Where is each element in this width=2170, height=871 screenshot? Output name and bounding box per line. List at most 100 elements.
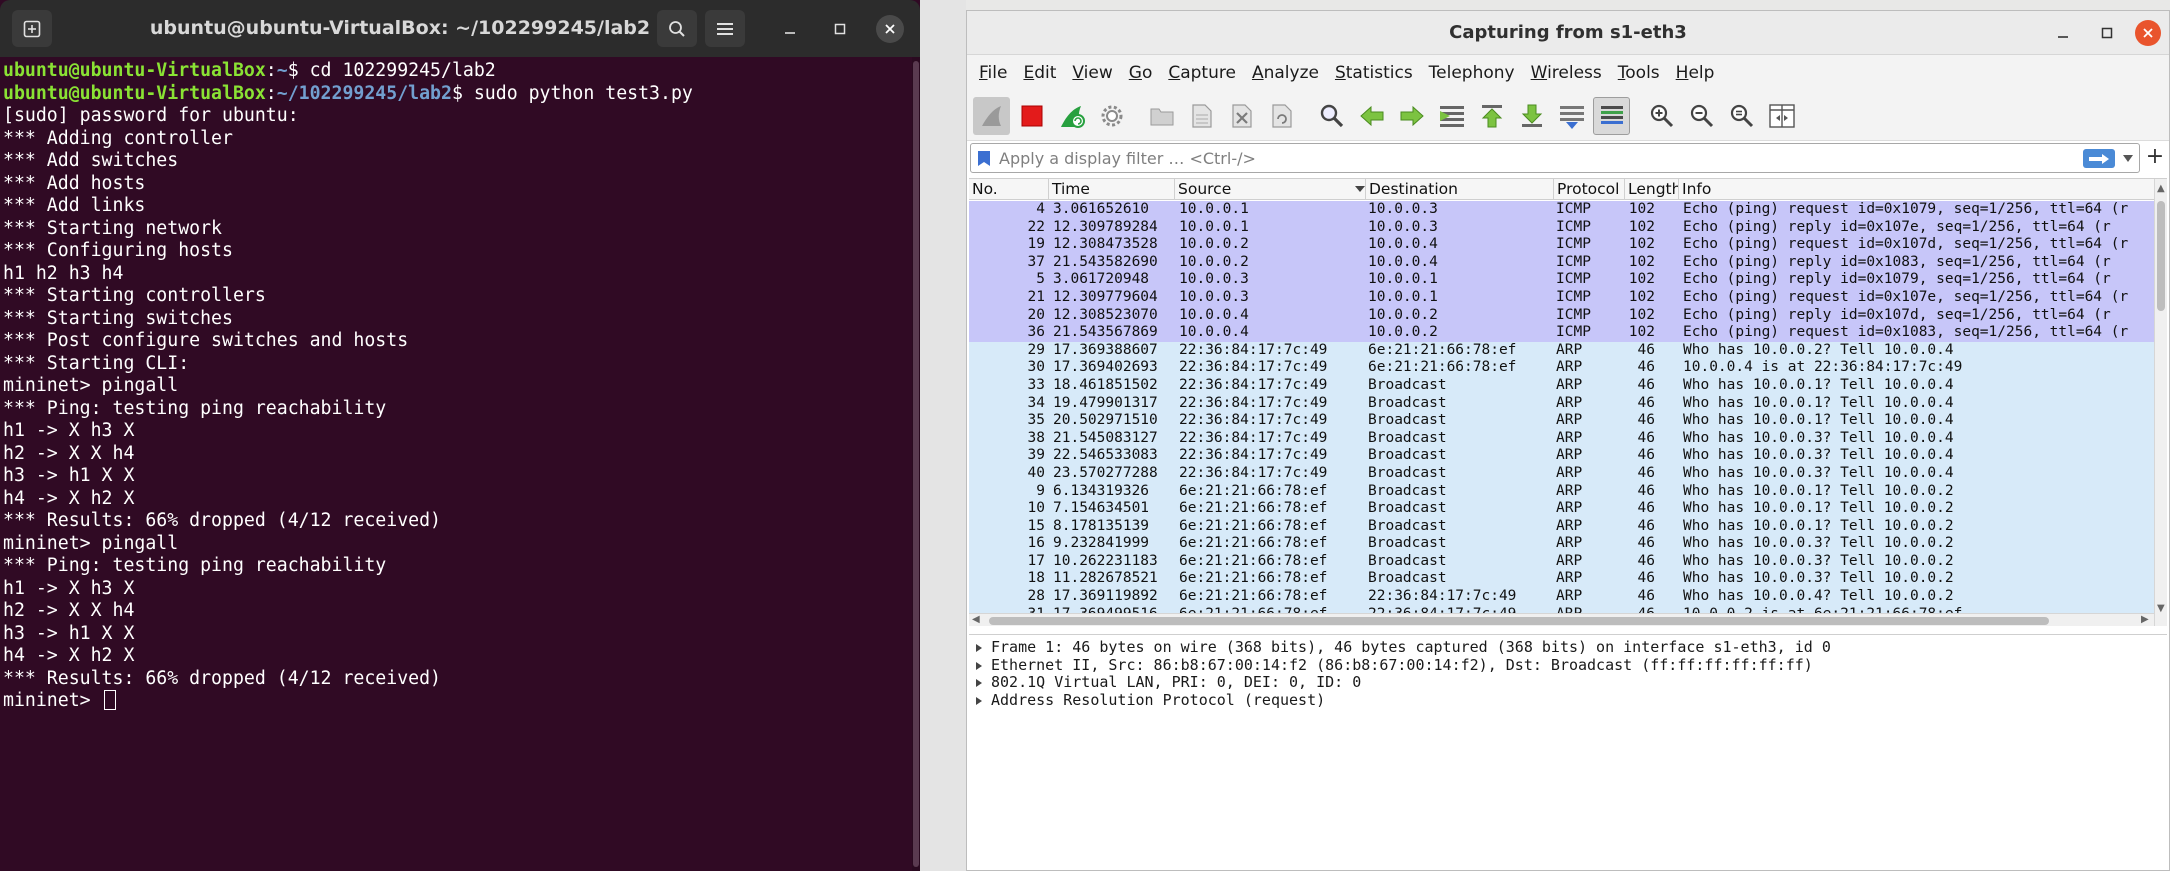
packet-row[interactable]: 20 12.308523070 10.0.0.4 10.0.0.2 ICMP 102 Ech… xyxy=(969,306,2154,325)
ws-minimize-button[interactable] xyxy=(2050,20,2076,46)
menu-capture[interactable]: Capture xyxy=(1168,63,1236,83)
menu-file[interactable]: File xyxy=(979,63,1007,83)
wireshark-titlebar[interactable]: Capturing from s1-eth3 xyxy=(967,11,2169,55)
column-header-destination[interactable]: Destination xyxy=(1366,179,1554,200)
packet-row[interactable]: 36 21.543567869 10.0.0.4 10.0.0.2 ICMP 102 Ech… xyxy=(969,324,2154,342)
scroll-left-icon[interactable]: ◀ xyxy=(972,614,980,625)
search-button[interactable] xyxy=(657,10,697,47)
expand-arrow-icon[interactable] xyxy=(976,696,982,705)
column-header-time[interactable]: Time xyxy=(1049,179,1175,200)
packet-row[interactable]: 40 23.570277288 22:36:84:17:7c:49 Broadcast… xyxy=(969,464,2154,483)
display-filter-box[interactable] xyxy=(970,143,2140,173)
capture-options-button[interactable] xyxy=(1093,97,1130,135)
colorize-button[interactable] xyxy=(1593,96,1630,135)
menu-go[interactable]: Go xyxy=(1129,63,1153,83)
expand-arrow-icon[interactable] xyxy=(976,679,982,687)
packet-row[interactable]: 4 3.061652610 10.0.0.1 10.0.0.3 ICMP 102 Echo … xyxy=(969,201,2154,219)
go-forward-button[interactable] xyxy=(1393,97,1430,135)
terminal-titlebar[interactable]: ubuntu@ubuntu-VirtualBox: ~/102299245/la… xyxy=(0,0,920,57)
menu-wireless[interactable]: Wireless xyxy=(1531,63,1602,83)
packet-row[interactable]: 10 7.154634501 6e:21:21:66:78:ef Broadcast A… xyxy=(969,500,2154,518)
go-back-button[interactable] xyxy=(1353,97,1390,135)
reload-file-button[interactable] xyxy=(1263,97,1300,135)
packet-list-horizontal-scrollbar[interactable]: ◀ ▶ xyxy=(969,613,2154,626)
bookmark-icon[interactable] xyxy=(977,150,991,167)
menu-edit[interactable]: Edit xyxy=(1023,63,1056,83)
ws-close-button[interactable] xyxy=(2135,20,2161,46)
packet-list[interactable]: No. Time Source Destination Protocol Len… xyxy=(969,178,2167,626)
packet-row[interactable]: 38 21.545083127 22:36:84:17:7c:49 Broadcast… xyxy=(969,429,2154,448)
packet-row[interactable]: 5 3.061720948 10.0.0.3 10.0.0.1 ICMP 102 Echo … xyxy=(969,271,2154,289)
apply-filter-button[interactable] xyxy=(2083,149,2115,168)
packet-row[interactable]: 33 18.461851502 22:36:84:17:7c:49 Broadcast… xyxy=(969,376,2154,395)
scroll-down-icon[interactable]: ▼ xyxy=(2157,603,2165,614)
minimize-button[interactable] xyxy=(776,15,804,43)
menu-telephony[interactable]: Telephony xyxy=(1429,63,1515,83)
normal-size-button[interactable] xyxy=(1723,97,1760,135)
packet-row[interactable]: 18 11.282678521 6e:21:21:66:78:ef Broadcast… xyxy=(969,570,2154,589)
terminal-scroll-thumb[interactable] xyxy=(913,61,919,867)
packet-row[interactable]: 21 12.309779604 10.0.0.3 10.0.0.1 ICMP 102 Ech… xyxy=(969,288,2154,307)
hamburger-menu-button[interactable] xyxy=(705,10,745,47)
terminal-window[interactable]: ubuntu@ubuntu-VirtualBox: ~/102299245/la… xyxy=(0,0,920,871)
packet-row[interactable]: 17 10.262231183 6e:21:21:66:78:ef Broadcast… xyxy=(969,552,2154,571)
packet-row[interactable]: 39 22.546533083 22:36:84:17:7c:49 Broadcast… xyxy=(969,447,2154,465)
open-file-button[interactable] xyxy=(1143,97,1180,135)
scroll-right-icon[interactable]: ▶ xyxy=(2141,614,2149,625)
detail-tree-item[interactable]: 802.1Q Virtual LAN, PRI: 0, DEI: 0, ID: … xyxy=(969,674,2167,692)
start-capture-button[interactable] xyxy=(973,96,1010,135)
packet-row[interactable]: 16 9.232841999 6e:21:21:66:78:ef Broadcast A… xyxy=(969,535,2154,553)
close-file-button[interactable] xyxy=(1223,97,1260,135)
go-to-packet-button[interactable] xyxy=(1433,97,1470,135)
terminal-output[interactable]: ubuntu@ubuntu-VirtualBox:~$ cd 102299245… xyxy=(0,57,912,871)
close-button[interactable] xyxy=(876,15,904,43)
column-header-length[interactable]: Length xyxy=(1625,179,1679,200)
packet-row[interactable]: 19 12.308473528 10.0.0.2 10.0.0.4 ICMP 102 Ech… xyxy=(969,236,2154,254)
packet-row[interactable]: 35 20.502971510 22:36:84:17:7c:49 Broadcast… xyxy=(969,412,2154,430)
column-header-no[interactable]: No. xyxy=(969,179,1049,200)
restart-capture-button[interactable] xyxy=(1053,97,1090,135)
column-header-protocol[interactable]: Protocol xyxy=(1554,179,1625,200)
resize-columns-button[interactable] xyxy=(1763,97,1800,135)
menu-statistics[interactable]: Statistics xyxy=(1335,63,1413,83)
packet-row[interactable]: 37 21.543582690 10.0.0.2 10.0.0.4 ICMP 102 Ech… xyxy=(969,253,2154,272)
packet-row[interactable]: 34 19.479901317 22:36:84:17:7c:49 Broadcast… xyxy=(969,394,2154,413)
expand-arrow-icon[interactable] xyxy=(976,661,982,670)
first-packet-button[interactable] xyxy=(1473,97,1510,135)
stop-capture-button[interactable] xyxy=(1013,97,1050,135)
packet-row[interactable]: 30 17.369402693 22:36:84:17:7c:49 6e:21:21:… xyxy=(969,359,2154,377)
maximize-button[interactable] xyxy=(826,15,854,43)
display-filter-input[interactable] xyxy=(999,146,2029,170)
terminal-prompt-line[interactable]: mininet> xyxy=(3,690,912,713)
column-header-info[interactable]: Info xyxy=(1679,179,2154,200)
packet-row[interactable]: 28 17.369119892 6e:21:21:66:78:ef 22:36:84:… xyxy=(969,588,2154,606)
packet-list-vertical-scrollbar[interactable]: ▲ ▼ xyxy=(2154,179,2167,626)
packet-list-hscroll-thumb[interactable] xyxy=(989,617,2049,625)
expand-arrow-icon[interactable] xyxy=(976,644,982,652)
packet-row[interactable]: 29 17.369388607 22:36:84:17:7c:49 6e:21:21:… xyxy=(969,341,2154,360)
add-filter-button-icon[interactable]: + xyxy=(2145,145,2165,169)
terminal-scrollbar[interactable] xyxy=(912,57,920,871)
detail-tree-item[interactable]: Address Resolution Protocol (request) xyxy=(969,692,2167,710)
packet-details-pane[interactable]: Frame 1: 46 bytes on wire (368 bits), 46… xyxy=(969,634,2167,870)
column-header-source[interactable]: Source xyxy=(1175,179,1366,200)
packet-row[interactable]: 9 6.134319326 6e:21:21:66:78:ef Broadcast AR… xyxy=(969,482,2154,501)
detail-tree-item[interactable]: Ethernet II, Src: 86:b8:67:00:14:f2 (86:… xyxy=(969,657,2167,675)
zoom-out-button[interactable] xyxy=(1683,97,1720,135)
menu-help[interactable]: Help xyxy=(1676,63,1715,83)
menu-analyze[interactable]: Analyze xyxy=(1252,63,1319,83)
autoscroll-button[interactable] xyxy=(1553,97,1590,135)
filter-history-dropdown[interactable] xyxy=(2119,149,2137,168)
new-tab-button[interactable] xyxy=(12,10,52,47)
zoom-in-button[interactable] xyxy=(1643,97,1680,135)
last-packet-button[interactable] xyxy=(1513,97,1550,135)
menu-tools[interactable]: Tools xyxy=(1618,63,1660,83)
packet-row[interactable]: 15 8.178135139 6e:21:21:66:78:ef Broadcast A… xyxy=(969,517,2154,536)
find-packet-button[interactable] xyxy=(1313,97,1350,135)
packet-list-vscroll-thumb[interactable] xyxy=(2157,201,2165,311)
wireshark-window[interactable]: Capturing from s1-eth3 File Edit View Go Cap… xyxy=(966,10,2170,871)
detail-tree-item[interactable]: Frame 1: 46 bytes on wire (368 bits), 46… xyxy=(969,639,2167,657)
ws-maximize-button[interactable] xyxy=(2094,20,2120,46)
packet-row[interactable]: 22 12.309789284 10.0.0.1 10.0.0.3 ICMP 102 Ech… xyxy=(969,218,2154,237)
save-file-button[interactable] xyxy=(1183,97,1220,135)
